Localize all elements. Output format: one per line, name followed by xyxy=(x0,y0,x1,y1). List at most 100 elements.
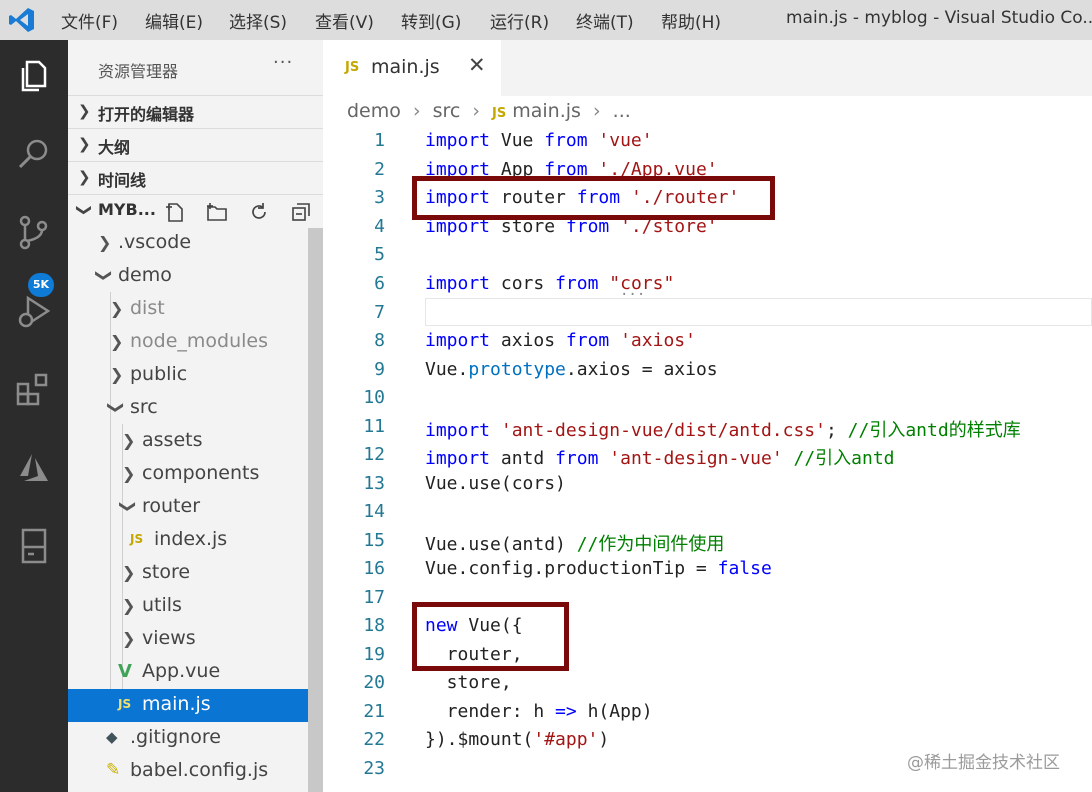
menu-selection[interactable]: 选择(S) xyxy=(229,8,287,33)
tree-item-index-js[interactable]: JS index.js xyxy=(68,524,308,557)
run-debug-icon[interactable] xyxy=(14,292,54,332)
code-line[interactable]: render: h => h(App) xyxy=(425,701,653,722)
code-token: }).$mount( xyxy=(425,729,534,750)
code-line[interactable]: Vue.use(antd) //作为中间件使用 xyxy=(425,530,724,556)
section-timeline[interactable]: ❯ 时间线 xyxy=(68,161,323,193)
tree-item-public[interactable]: ❯ public xyxy=(68,359,308,392)
chevron-down-icon: ❯ xyxy=(95,268,115,283)
breadcrumb-demo[interactable]: demo xyxy=(347,100,401,122)
sidebar-scrollbar[interactable] xyxy=(308,228,323,792)
code-line[interactable]: }).$mount('#app') xyxy=(425,729,609,750)
menu-help[interactable]: 帮助(H) xyxy=(661,8,721,33)
code-line[interactable]: import 'ant-design-vue/dist/antd.css'; /… xyxy=(425,416,1021,442)
tree-item-label: dist xyxy=(130,297,165,319)
tree-item-dist[interactable]: ❯ dist xyxy=(68,293,308,326)
tree-item-views[interactable]: ❯ views xyxy=(68,623,308,656)
code-line[interactable]: import Vue from 'vue' xyxy=(425,130,653,151)
code-token: import xyxy=(425,273,491,294)
explorer-sidebar: 资源管理器 ··· ❯ 打开的编辑器 ❯ 大纲 ❯ 时间线 ❯ MYB... ❯… xyxy=(68,40,323,792)
section-label: 大纲 xyxy=(98,138,131,157)
tree-item-node-modules[interactable]: ❯ node_modules xyxy=(68,326,308,359)
tab-label: main.js xyxy=(371,56,440,78)
breadcrumb-main-js[interactable]: main.js xyxy=(512,100,581,122)
explorer-icon[interactable] xyxy=(14,56,54,96)
menu-edit[interactable]: 编辑(E) xyxy=(145,8,203,33)
line-number: 14 xyxy=(363,501,385,522)
code-line[interactable]: import cors from "cors" xyxy=(425,273,674,294)
line-number: 23 xyxy=(363,758,385,779)
tree-item-gitignore[interactable]: ◆ .gitignore xyxy=(68,722,308,755)
line-number: 19 xyxy=(363,644,385,665)
tree-item-demo[interactable]: ❯ demo xyxy=(68,260,308,293)
section-workspace[interactable]: ❯ MYB... xyxy=(68,194,323,226)
search-icon[interactable] xyxy=(14,134,54,174)
code-line[interactable]: store, xyxy=(425,672,512,693)
tree-item-components[interactable]: ❯ components xyxy=(68,458,308,491)
line-number: 20 xyxy=(363,672,385,693)
breadcrumb-symbol[interactable]: ... xyxy=(613,100,631,122)
tree-item-vscode[interactable]: ❯ .vscode xyxy=(68,227,308,260)
activity-bar: 5K xyxy=(0,40,68,792)
section-outline[interactable]: ❯ 大纲 xyxy=(68,128,323,160)
tree-item-label: .vscode xyxy=(118,231,192,253)
more-actions-icon[interactable]: ··· xyxy=(273,52,293,73)
menu-view[interactable]: 查看(V) xyxy=(315,8,374,33)
line-number: 5 xyxy=(374,244,385,265)
collapse-all-icon[interactable] xyxy=(290,201,312,223)
tree-item-main-js[interactable]: JS main.js xyxy=(68,689,323,722)
code-line[interactable]: import antd from 'ant-design-vue' //引入an… xyxy=(425,444,895,470)
chevron-right-icon: ❯ xyxy=(122,629,136,648)
tree-item-app-vue[interactable]: V App.vue xyxy=(68,656,308,689)
code-line[interactable]: Vue.config.productionTip = false xyxy=(425,558,772,579)
source-control-icon[interactable] xyxy=(14,212,54,252)
chevron-right-icon: ❯ xyxy=(110,332,124,351)
code-line[interactable]: Vue.use(cors) xyxy=(425,473,566,494)
tree-item-label: App.vue xyxy=(142,660,221,682)
breadcrumb-src[interactable]: src xyxy=(433,100,461,122)
line-number: 15 xyxy=(363,530,385,551)
code-token: Vue.config.productionTip = xyxy=(425,558,718,579)
menu-run[interactable]: 运行(R) xyxy=(490,8,549,33)
chevron-right-icon: ❯ xyxy=(110,299,124,318)
code-token: h(App) xyxy=(576,701,653,722)
line-number: 2 xyxy=(374,159,385,180)
close-icon[interactable]: ✕ xyxy=(468,53,486,77)
tree-item-router[interactable]: ❯ router xyxy=(68,491,308,524)
refresh-icon[interactable] xyxy=(248,201,270,223)
tree-item-store[interactable]: ❯ store xyxy=(68,557,308,590)
section-open-editors[interactable]: ❯ 打开的编辑器 xyxy=(68,95,323,127)
js-file-icon: JS xyxy=(130,532,144,546)
tab-main-js[interactable]: JS main.js ✕ xyxy=(323,40,501,96)
code-line[interactable]: Vue.prototype.axios = axios xyxy=(425,359,718,380)
tree-item-label: node_modules xyxy=(130,330,269,352)
menu-file[interactable]: 文件(F) xyxy=(61,8,118,33)
line-number: 3 xyxy=(374,187,385,208)
tree-item-babel-config[interactable]: ✎ babel.config.js xyxy=(68,755,308,788)
tree-item-label: demo xyxy=(118,264,172,286)
line-number: 17 xyxy=(363,587,385,608)
extensions-icon[interactable] xyxy=(14,370,54,410)
line-number: 16 xyxy=(363,558,385,579)
menu-terminal[interactable]: 终端(T) xyxy=(576,8,634,33)
code-token: "cors" xyxy=(609,273,675,294)
menu-go[interactable]: 转到(G) xyxy=(401,8,461,33)
new-file-icon[interactable] xyxy=(164,201,186,223)
tab-bar: JS main.js ✕ xyxy=(323,40,1092,96)
line-number: 11 xyxy=(363,416,385,437)
tree-item-label: main.js xyxy=(142,693,211,715)
tree-item-utils[interactable]: ❯ utils xyxy=(68,590,308,623)
code-token: 'vue' xyxy=(598,130,653,151)
azure-icon[interactable] xyxy=(14,448,54,488)
tree-item-src[interactable]: ❯ src xyxy=(68,392,308,425)
code-line[interactable]: import axios from 'axios' xyxy=(425,330,696,351)
js-file-icon: JS xyxy=(345,60,360,75)
code-token: cors xyxy=(490,273,556,294)
tree-item-assets[interactable]: ❯ assets xyxy=(68,425,308,458)
remote-explorer-icon[interactable] xyxy=(14,526,54,566)
code-token: .axios = axios xyxy=(565,359,718,380)
new-folder-icon[interactable] xyxy=(206,201,228,223)
